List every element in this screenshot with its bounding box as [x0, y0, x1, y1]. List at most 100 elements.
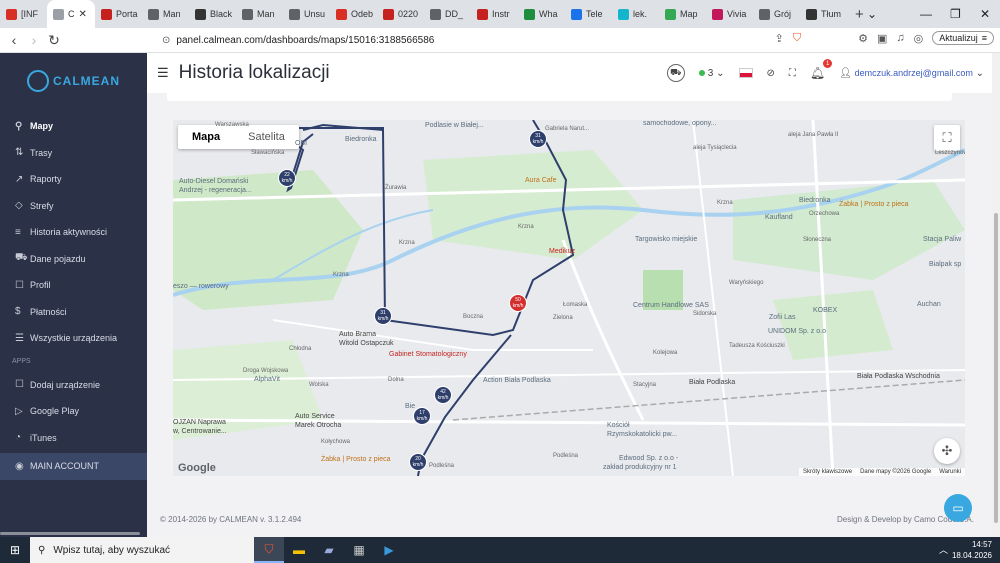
main-scrollbar[interactable]	[992, 53, 1000, 537]
sidebar-item[interactable]: $ Płatności	[0, 299, 147, 326]
sidebar-item[interactable]: ◔ iTunes	[0, 425, 147, 452]
system-clock[interactable]: 14:57 18.04.2026	[952, 539, 992, 561]
browser-tab[interactable]: Grój	[753, 0, 800, 28]
browser-tab[interactable]: Black	[189, 0, 236, 28]
speed-marker[interactable]: 20 km/h	[409, 453, 427, 471]
share-icon[interactable]: ⇪	[775, 32, 784, 45]
browser-tab[interactable]: Man	[142, 0, 189, 28]
road	[561, 239, 645, 421]
speed-marker[interactable]: 31 km/h	[529, 130, 547, 148]
tab-favicon-icon	[477, 8, 488, 20]
speed-marker[interactable]: 50 km/h	[509, 294, 527, 312]
sidebar-item[interactable]: ◉ MAIN ACCOUNT	[0, 453, 147, 480]
browser-tab[interactable]: Instr	[471, 0, 518, 28]
clock-date: 18.04.2026	[951, 551, 992, 560]
sidebar-item[interactable]: ☐ Dodaj urządzenie	[0, 372, 147, 399]
satellite-button[interactable]: Satelita	[234, 125, 299, 149]
sidebar-item[interactable]: ⚲ Mapy	[0, 113, 147, 140]
browser-tab[interactable]: Map	[659, 0, 706, 28]
sidebar-item[interactable]: ☰ Wszystkie urządzenia	[0, 325, 147, 352]
browser-tab[interactable]: Vivia	[706, 0, 753, 28]
browser-tab[interactable]: C ✕	[47, 0, 95, 28]
map-label: Kaufland	[765, 214, 793, 221]
sidebar-item[interactable]: ◇ Strefy	[0, 193, 147, 220]
tab-label: 0220	[398, 9, 419, 19]
sidebar-item-label: Google Play	[30, 406, 80, 417]
minimize-button[interactable]: —	[920, 0, 932, 28]
brave-taskbar-icon[interactable]: ⛉	[254, 537, 284, 563]
calmean-logo[interactable]: CALMEAN	[0, 59, 147, 103]
chat-icon[interactable]: ▭	[944, 494, 972, 522]
file-explorer-icon[interactable]: ▬	[284, 537, 314, 563]
music-icon[interactable]: ♫	[896, 32, 904, 44]
speed-marker[interactable]: 31 km/h	[374, 307, 392, 325]
browser-tab[interactable]: Man	[236, 0, 283, 28]
sidebar-item[interactable]: ▷ Google Play	[0, 398, 147, 425]
media-player-icon[interactable]: ▶	[374, 537, 404, 563]
terms-link[interactable]: Warunki	[939, 469, 961, 475]
notification-bell-icon[interactable]: 🔔︎ 1	[810, 59, 833, 80]
speed-marker[interactable]: 42 km/h	[434, 386, 452, 404]
browser-tab[interactable]: Wha	[518, 0, 565, 28]
speed-marker[interactable]: 22 km/h	[278, 169, 296, 187]
tab-label: Vivia	[727, 9, 747, 19]
browser-tab[interactable]: Unsu	[283, 0, 330, 28]
update-button[interactable]: Aktualizuj ≡	[932, 31, 994, 45]
wallet-icon[interactable]: ◎	[914, 32, 924, 45]
browser-tab[interactable]: 0220	[377, 0, 424, 28]
map-fullscreen-button[interactable]: ⛶	[934, 125, 960, 151]
map-label: Tadeusza Kościuszki	[729, 343, 785, 349]
sidebar-item[interactable]: ↗ Raporty	[0, 166, 147, 193]
browser-tab[interactable]: [INF	[0, 0, 47, 28]
tab-close-icon[interactable]: ✕	[79, 9, 87, 20]
sidebar-item[interactable]: ≡ Historia aktywności	[0, 219, 147, 246]
address-bar[interactable]: panel.calmean.com/dashboards/maps/15016:…	[176, 35, 434, 46]
browser-tab[interactable]: Tłum	[800, 0, 847, 28]
sidebar-item[interactable]: ⇅ Trasy	[0, 140, 147, 167]
layers-off-icon[interactable]: ⊘	[767, 68, 775, 79]
extensions-icon[interactable]: ⚙	[858, 32, 868, 45]
forward-button[interactable]: ›	[24, 32, 44, 48]
tab-search-icon[interactable]: ⌄	[867, 0, 877, 28]
taskbar-search[interactable]: ⚲ Wpisz tutaj, aby wyszukać	[30, 537, 254, 563]
language-flag-icon[interactable]	[738, 68, 753, 78]
tray-chevron-icon[interactable]: ︿	[939, 543, 948, 556]
tab-label: Tele	[586, 9, 603, 19]
sidebar-toggle-icon[interactable]: ▣	[877, 32, 887, 45]
sidebar-item[interactable]: ☐ Profil	[0, 272, 147, 299]
browser-tab[interactable]: Odeb	[330, 0, 377, 28]
device-selector[interactable]: 3 ⌄	[698, 68, 725, 79]
maximize-button[interactable]: ❐	[950, 0, 961, 28]
browser-tab[interactable]: Tele	[565, 0, 612, 28]
speed-marker[interactable]: 17 km/h	[413, 407, 431, 425]
scrollbar-thumb[interactable]	[994, 213, 998, 523]
browser-tab[interactable]: Porta	[95, 0, 142, 28]
windows-start-icon[interactable]: ⊞	[0, 543, 30, 557]
sidebar-scrollbar[interactable]	[0, 532, 140, 535]
sidebar-item[interactable]: ⛟ Dane pojazdu	[0, 246, 147, 273]
brave-shield-icon[interactable]: ⛉	[793, 32, 801, 45]
speed-unit: km/h	[512, 303, 524, 309]
map-label: Biała Podlaska Wschodnia	[857, 373, 940, 380]
browser-tab[interactable]: lek.	[612, 0, 659, 28]
close-window-button[interactable]: ✕	[980, 0, 990, 28]
reload-button[interactable]: ↻	[44, 32, 64, 49]
back-button[interactable]: ‹	[4, 32, 24, 48]
keyboard-shortcuts-link[interactable]: Skróty klawiszowe	[803, 469, 852, 475]
location-history-map[interactable]: 31 km/h 22 km/h 31 km/h 50 km/h 42 km/h 17 km/h 20 km…	[173, 120, 965, 476]
calculator-icon[interactable]: ▦	[344, 537, 374, 563]
main-content: ☰ Historia lokalizacji ⛟ 3 ⌄ ⊘ ⛶ 🔔︎ 1 👤︎ …	[147, 53, 992, 537]
notepad-icon[interactable]: ▰	[314, 537, 344, 563]
logo-ring-icon	[27, 70, 49, 92]
hamburger-menu-icon[interactable]: ☰	[157, 65, 169, 81]
map-button[interactable]: Mapa	[178, 125, 234, 149]
camera-control-button[interactable]: ✣	[934, 438, 960, 464]
site-info-icon[interactable]: ⊙	[162, 35, 170, 46]
map-label: Droga Wojskowa	[243, 368, 289, 374]
vehicle-icon[interactable]: ⛟	[666, 64, 685, 82]
speed-unit: km/h	[532, 139, 544, 145]
browser-tab[interactable]: DD_	[424, 0, 471, 28]
map-label: Stacyjna	[633, 382, 657, 388]
fullscreen-icon[interactable]: ⛶	[789, 68, 796, 79]
user-menu[interactable]: 👤︎ demczuk.andrzej@gmail.com ⌄	[839, 68, 984, 79]
